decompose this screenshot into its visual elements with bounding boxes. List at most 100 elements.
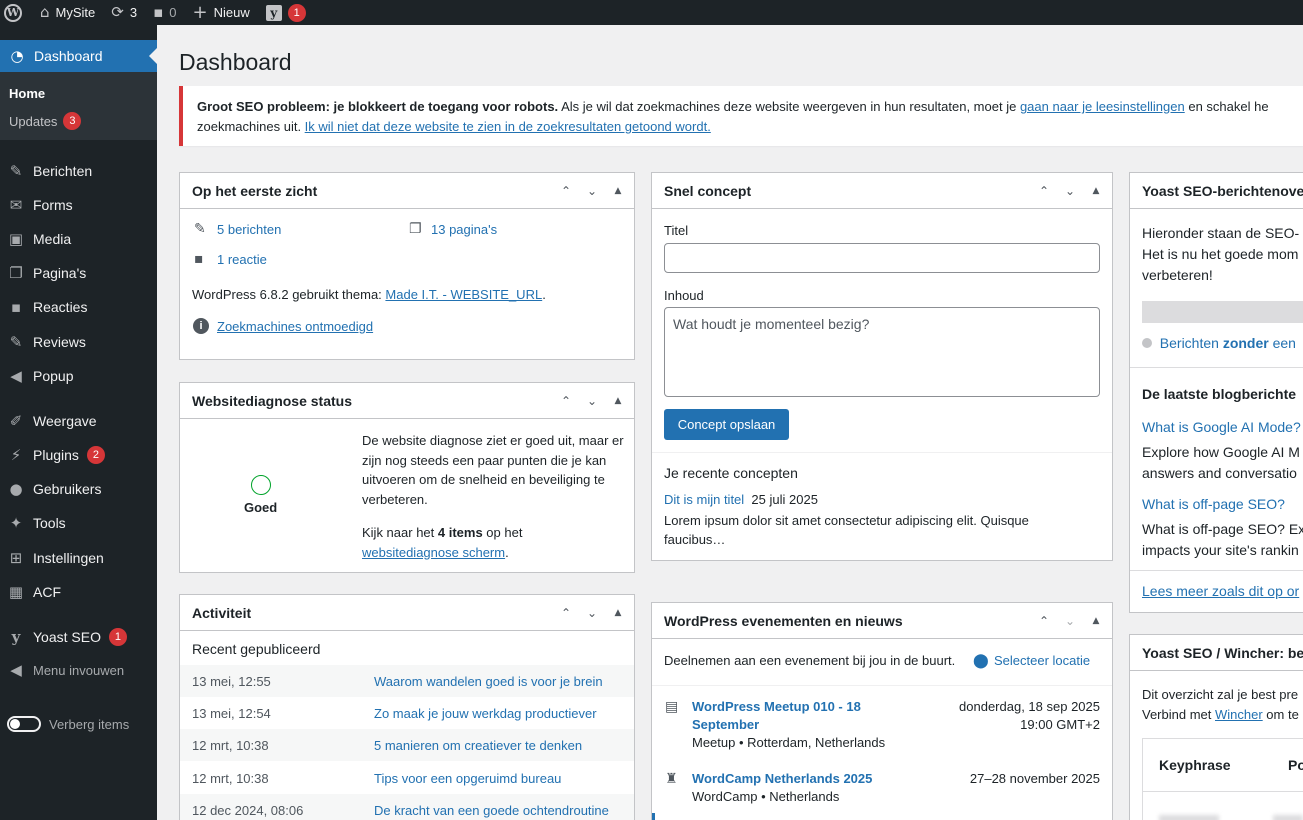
pushpin-icon: ✎ bbox=[194, 221, 206, 237]
toggle-panel-icon[interactable]: ▲ bbox=[1088, 186, 1104, 196]
wincher-text: Verbind met bbox=[1142, 706, 1215, 722]
recent-drafts-heading: Je recente concepten bbox=[664, 465, 798, 481]
toggle-panel-icon[interactable]: ▲ bbox=[610, 396, 626, 406]
divider bbox=[652, 452, 1112, 453]
new-content-menu[interactable]: + Nieuw bbox=[184, 0, 257, 25]
event-meta: Meetup • Rotterdam, Netherlands bbox=[692, 735, 886, 750]
yoast-icon: y bbox=[265, 4, 282, 21]
draft-title-link[interactable]: Dit is mijn titel bbox=[664, 492, 744, 507]
move-down-icon[interactable]: ⌄ bbox=[584, 606, 600, 620]
move-down-icon[interactable]: ⌄ bbox=[1062, 184, 1078, 198]
sidebar-item-forms[interactable]: ✉ Forms bbox=[0, 190, 157, 220]
move-down-icon[interactable]: ⌄ bbox=[584, 394, 600, 408]
wincher-link[interactable]: Wincher bbox=[1215, 707, 1263, 722]
widget-header: Op het eerste zicht ⌃ ⌄ ▲ bbox=[180, 173, 634, 209]
sidebar-item-plugins[interactable]: ⚡ Plugins 2 bbox=[0, 440, 157, 470]
pages-count-link[interactable]: 13 pagina's bbox=[431, 222, 497, 237]
move-up-icon[interactable]: ⌃ bbox=[558, 394, 574, 408]
move-down-icon[interactable]: ⌄ bbox=[584, 184, 600, 198]
row-title-link[interactable]: De kracht van een goede ochtendroutine bbox=[374, 803, 609, 818]
row-title-link[interactable]: Zo maak je jouw werkdag productiever bbox=[374, 706, 597, 721]
sidebar-item-tools[interactable]: ✦ Tools bbox=[0, 508, 157, 538]
comments-count-link[interactable]: 1 reactie bbox=[217, 252, 267, 267]
site-health-screen-link[interactable]: websitediagnose scherm bbox=[362, 545, 505, 560]
excerpt-line: answers and conversatio bbox=[1142, 465, 1297, 481]
move-up-icon[interactable]: ⌃ bbox=[558, 184, 574, 198]
page-title: Dashboard bbox=[179, 49, 292, 75]
sidebar-item-instellingen[interactable]: ⊞ Instellingen bbox=[0, 543, 157, 573]
health-status: Goed bbox=[244, 500, 278, 515]
move-up-icon[interactable]: ⌃ bbox=[1036, 184, 1052, 198]
event-title-link[interactable]: September bbox=[692, 716, 885, 734]
posts-count-link[interactable]: 5 berichten bbox=[217, 222, 281, 237]
collapse-menu-button[interactable]: ◀ Menu invouwen bbox=[0, 655, 157, 685]
updates-badge: 3 bbox=[63, 112, 82, 130]
draft-content-textarea[interactable]: Wat houdt je momenteel bezig? bbox=[664, 307, 1100, 397]
excerpt-line: impacts your site's rankin bbox=[1142, 542, 1299, 558]
move-up-icon[interactable]: ⌃ bbox=[1036, 614, 1052, 628]
sidebar-item-weergave[interactable]: ✐ Weergave bbox=[0, 406, 157, 436]
posts-link[interactable]: een bbox=[1269, 335, 1296, 351]
site-name-menu[interactable]: ⌂ MySite bbox=[30, 0, 103, 25]
sidebar-item-popup[interactable]: ◀ Popup bbox=[0, 361, 157, 391]
toggle-panel-icon[interactable]: ▲ bbox=[610, 186, 626, 196]
sidebar-item-label: ACF bbox=[33, 584, 61, 600]
posts-link-bold[interactable]: zonder bbox=[1223, 335, 1269, 351]
sidebar-item-acf[interactable]: ▦ ACF bbox=[0, 577, 157, 607]
divider bbox=[1130, 570, 1303, 571]
hide-items-toggle[interactable]: Verberg items bbox=[0, 709, 157, 739]
toggle-switch[interactable] bbox=[7, 716, 41, 732]
move-up-icon[interactable]: ⌃ bbox=[558, 606, 574, 620]
submenu-updates[interactable]: Updates 3 bbox=[9, 112, 82, 130]
megaphone-icon: ◀ bbox=[10, 367, 22, 385]
posts-without-keyphrase: Berichten zonder een bbox=[1142, 335, 1296, 351]
sidebar-item-reviews[interactable]: ✎ Reviews bbox=[0, 327, 157, 357]
row-date: 12 dec 2024, 08:06 bbox=[192, 802, 304, 818]
row-title-link[interactable]: 5 manieren om creatiever te denken bbox=[374, 738, 582, 753]
read-more-link[interactable]: Lees meer zoals dit op or bbox=[1142, 583, 1299, 599]
comments-menu[interactable]: ▪ 0 bbox=[145, 0, 184, 25]
blog-post-link[interactable]: What is off-page SEO? bbox=[1142, 496, 1285, 512]
blog-post-link[interactable]: What is Google AI Mode? bbox=[1142, 419, 1301, 435]
sidebar-item-label: Reviews bbox=[33, 334, 86, 350]
posts-link[interactable]: Berichten bbox=[1160, 335, 1223, 351]
sidebar-item-label: Pagina's bbox=[33, 265, 87, 281]
sidebar-item-label: Tools bbox=[33, 515, 66, 531]
reading-settings-link[interactable]: gaan naar je leesinstellingen bbox=[1020, 99, 1185, 114]
sidebar-item-dashboard[interactable]: ◔ Dashboard bbox=[0, 40, 157, 72]
event-title-link[interactable]: WordPress Meetup 010 - 18 bbox=[692, 698, 885, 716]
row-title-link[interactable]: Tips voor een opgeruimd bureau bbox=[374, 771, 561, 786]
toggle-panel-icon[interactable]: ▲ bbox=[610, 608, 626, 618]
sidebar-item-paginas[interactable]: ❐ Pagina's bbox=[0, 258, 157, 288]
sidebar-item-gebruikers[interactable]: ● Gebruikers bbox=[0, 474, 157, 504]
notice-text: Als je wil dat zoekmachines deze website… bbox=[558, 99, 1020, 114]
updates-menu[interactable]: ⟳ 3 bbox=[103, 0, 145, 25]
submenu-home[interactable]: Home bbox=[9, 86, 45, 101]
sidebar-item-yoast-seo[interactable]: y Yoast SEO 1 bbox=[0, 622, 157, 652]
row-title-link[interactable]: Waarom wandelen goed is voor je brein bbox=[374, 674, 603, 689]
collapse-menu-label: Menu invouwen bbox=[33, 662, 125, 678]
dismiss-robots-link[interactable]: Ik wil niet dat deze website te zien in … bbox=[305, 119, 711, 134]
theme-link[interactable]: Made I.T. - WEBSITE_URL bbox=[385, 287, 542, 302]
search-discouraged-link[interactable]: Zoekmachines ontmoedigd bbox=[217, 319, 373, 334]
move-down-icon[interactable]: ⌄ bbox=[1062, 614, 1078, 628]
sidebar-item-label: Plugins bbox=[33, 447, 79, 463]
save-draft-button[interactable]: Concept opslaan bbox=[664, 409, 789, 440]
sidebar-item-reacties[interactable]: ▪ Reacties bbox=[0, 292, 157, 322]
events-intro: Deelnemen aan een evenement bij jou in d… bbox=[664, 653, 956, 668]
sidebar-item-berichten[interactable]: ✎ Berichten bbox=[0, 156, 157, 186]
theme-info: WordPress 6.8.2 gebruikt thema: Made I.T… bbox=[192, 287, 546, 302]
yoast-intro-line: verbeteren! bbox=[1142, 267, 1213, 283]
yoast-menu[interactable]: y 1 bbox=[258, 0, 314, 25]
draft-title-input[interactable] bbox=[664, 243, 1100, 273]
yoast-overview-widget: Yoast SEO-berichtenove Hieronder staan d… bbox=[1129, 172, 1303, 613]
event-title-link[interactable]: WordCamp Netherlands 2025 bbox=[692, 770, 872, 788]
toggle-panel-icon[interactable]: ▲ bbox=[1088, 616, 1104, 626]
wp-logo-menu[interactable]: W bbox=[0, 0, 30, 25]
yoast-icon: y bbox=[11, 628, 21, 646]
table-row: 12 mrt, 10:38 5 manieren om creatiever te… bbox=[180, 729, 634, 761]
sidebar-item-media[interactable]: ▣ Media bbox=[0, 224, 157, 254]
select-location-button[interactable]: Selecteer locatie bbox=[994, 653, 1090, 668]
theme-end: . bbox=[542, 287, 546, 302]
plug-icon: ⚡ bbox=[10, 446, 22, 464]
